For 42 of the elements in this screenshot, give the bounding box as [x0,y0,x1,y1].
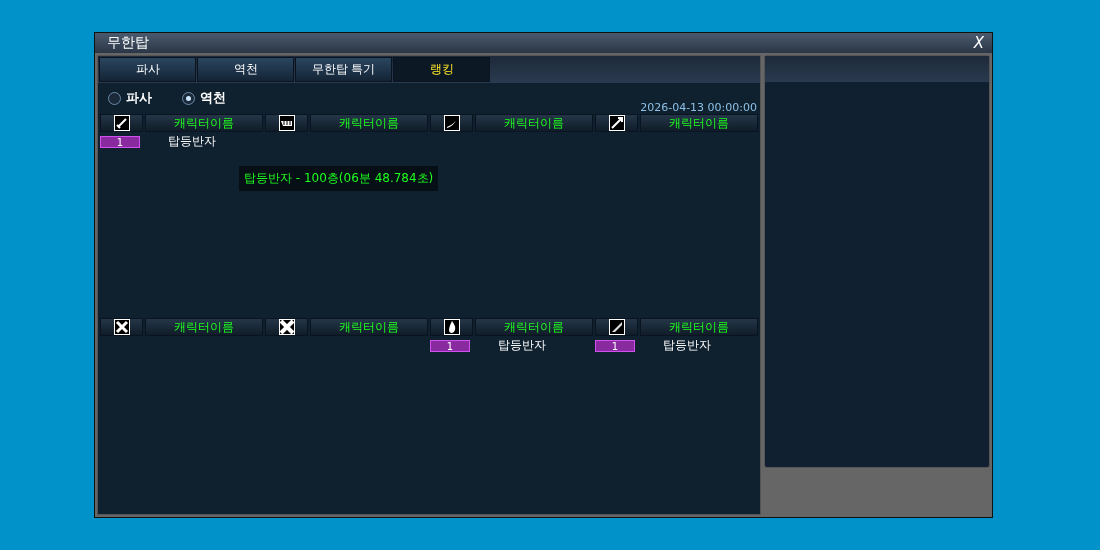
radio-button[interactable] [182,91,195,105]
class-button[interactable] [265,114,308,132]
class-button[interactable] [595,318,638,336]
ranker-name: 탑등반자 [498,337,546,354]
character-name-button[interactable]: 캐릭터이름 [310,114,428,132]
date-label: 2026-04-13 00:00:00 [640,101,757,114]
blade-icon [443,115,460,131]
window-title: 무한탑 [107,34,149,52]
staff-icon [608,319,625,335]
ranker-name: 탑등반자 [168,133,216,150]
sword-icon [113,115,130,131]
rank-badge: 1 [430,339,470,352]
character-name-button[interactable]: 캐릭터이름 [475,318,593,336]
rank-badge: 1 [100,135,140,148]
class-button[interactable] [100,114,143,132]
flame-icon [443,319,460,335]
radio-label: 파사 [126,89,152,107]
character-name-button[interactable]: 캐릭터이름 [145,318,263,336]
tab[interactable]: 랭킹 [393,57,490,82]
tab[interactable]: 역천 [197,57,294,82]
tab[interactable]: 파사 [99,57,196,82]
radio-button[interactable] [108,91,121,105]
radio-option[interactable]: 역천 [182,89,226,107]
radio-label: 역천 [200,89,226,107]
tab[interactable]: 무한탑 특기 [295,57,392,82]
class-button[interactable] [430,318,473,336]
class-button[interactable] [430,114,473,132]
class-button[interactable] [595,114,638,132]
class-button[interactable] [100,318,143,336]
character-name-button[interactable]: 캐릭터이름 [640,114,758,132]
radio-option[interactable]: 파사 [108,89,152,107]
character-name-button[interactable]: 캐릭터이름 [310,318,428,336]
character-name-button[interactable]: 캐릭터이름 [475,114,593,132]
rank-badge: 1 [595,339,635,352]
class-button[interactable] [265,318,308,336]
character-name-button[interactable]: 캐릭터이름 [145,114,263,132]
character-name-button[interactable]: 캐릭터이름 [640,318,758,336]
tooltip: 탑등반자 - 100층(06분 48.784초) [239,166,439,191]
spear-icon [608,115,625,131]
cross-icon [113,319,130,335]
ranker-name: 탑등반자 [663,337,711,354]
close-button[interactable]: X [971,34,986,52]
